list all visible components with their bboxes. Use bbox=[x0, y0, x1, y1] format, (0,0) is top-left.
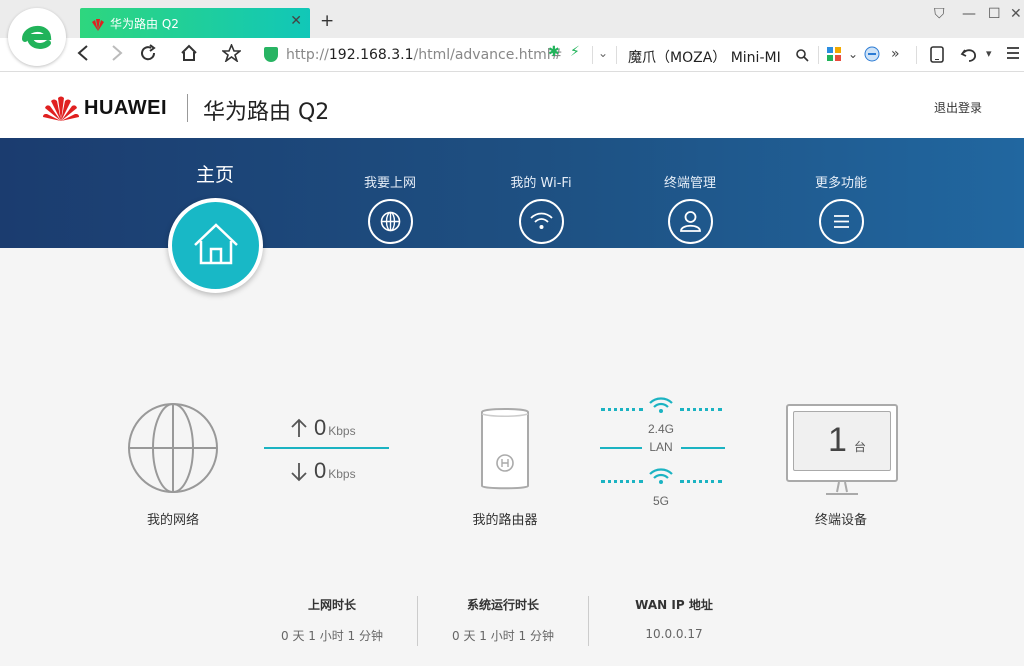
stat-value: 0 天 1 小时 1 分钟 bbox=[281, 629, 383, 643]
product-title: 华为路由 Q2 bbox=[203, 100, 330, 125]
wan-ip-stat: WAN IP 地址 10.0.0.17 bbox=[589, 596, 759, 641]
stat-value: 0 天 1 小时 1 分钟 bbox=[452, 629, 554, 643]
band-24g-label: 2.4G bbox=[647, 422, 674, 436]
minimize-icon[interactable]: — bbox=[962, 6, 976, 22]
toolbar-divider bbox=[916, 46, 917, 64]
monitor-stand-icon bbox=[822, 481, 862, 500]
menu-list-icon bbox=[818, 199, 864, 244]
lan-line-right bbox=[681, 447, 725, 449]
nav-item-internet[interactable]: 我要上网 bbox=[330, 172, 450, 244]
online-duration-stat: 上网时长 0 天 1 小时 1 分钟 bbox=[247, 596, 417, 644]
nav-item-devices[interactable]: 终端管理 bbox=[630, 172, 750, 244]
apps-icon[interactable] bbox=[826, 46, 842, 67]
browser-toolbar: http://192.168.3.1/html/advance.html# ✱ … bbox=[0, 38, 1024, 72]
device-unit: 台 bbox=[854, 440, 867, 454]
home-nav-button[interactable] bbox=[168, 198, 263, 293]
band-5g-label: 5G bbox=[652, 494, 669, 508]
network-label: 我的网络 bbox=[146, 513, 199, 528]
device-count: 1 bbox=[828, 421, 847, 459]
stat-title: WAN IP 地址 bbox=[635, 598, 713, 612]
nav-label: 更多功能 bbox=[814, 176, 867, 191]
close-tab-icon[interactable]: ✕ bbox=[290, 13, 302, 29]
monitor-icon: 1 台 bbox=[786, 404, 898, 482]
adblock-icon[interactable] bbox=[864, 46, 880, 67]
chevron-down-icon[interactable]: ▾ bbox=[986, 47, 992, 60]
globe-network-icon bbox=[127, 402, 219, 498]
shield-icon bbox=[264, 47, 278, 62]
new-tab-icon[interactable]: + bbox=[320, 11, 334, 31]
search-icon[interactable] bbox=[796, 47, 809, 67]
router-header: HUAWEI 华为路由 Q2 退出登录 bbox=[0, 72, 1024, 138]
star-icon[interactable] bbox=[220, 42, 243, 67]
reload-icon[interactable] bbox=[139, 44, 157, 67]
upload-speed: 0 Kbps bbox=[314, 415, 356, 440]
more-extensions-icon[interactable]: » bbox=[891, 46, 900, 62]
router-label: 我的路由器 bbox=[472, 513, 538, 528]
lightning-icon[interactable]: ⚡ bbox=[570, 44, 580, 60]
router-device-icon bbox=[478, 406, 532, 494]
toolbar-divider bbox=[592, 46, 593, 64]
stat-title: 上网时长 bbox=[307, 598, 356, 612]
skin-icon[interactable]: ⛉ bbox=[934, 6, 945, 22]
search-text: 魔爪（MOZA） Mini-MI bbox=[628, 50, 781, 66]
chevron-down-icon[interactable]: ⌄ bbox=[848, 47, 858, 61]
browser-tab[interactable]: 华为路由 Q2 ✕ bbox=[80, 8, 310, 38]
nav-band: 主页 我要上网 我的 Wi-Fi 终端管理 更多功能 bbox=[0, 138, 1024, 248]
speed-divider bbox=[264, 447, 389, 449]
logout-link[interactable]: 退出登录 bbox=[934, 99, 982, 116]
nav-item-more[interactable]: 更多功能 bbox=[781, 172, 901, 244]
tab-title: 华为路由 Q2 bbox=[110, 17, 179, 31]
search-input[interactable]: 魔爪（MOZA） Mini-MI bbox=[628, 43, 818, 67]
globe-icon bbox=[367, 199, 413, 244]
close-window-icon[interactable]: ✕ bbox=[1010, 6, 1022, 22]
maximize-icon[interactable]: ☐ bbox=[988, 6, 1001, 22]
url-text[interactable]: http://192.168.3.1/html/advance.html# bbox=[286, 47, 562, 63]
devices-label: 终端设备 bbox=[814, 513, 867, 528]
monitor-screen: 1 台 bbox=[793, 411, 891, 471]
wifi-5g-icon bbox=[648, 467, 674, 489]
chevron-down-icon[interactable]: ⌄ bbox=[598, 46, 608, 60]
extension-icon[interactable]: ✱ bbox=[548, 44, 560, 60]
nav-label: 我的 Wi-Fi bbox=[510, 176, 572, 191]
stat-title: 系统运行时长 bbox=[466, 598, 539, 612]
house-icon bbox=[191, 221, 241, 271]
toolbar-divider bbox=[616, 46, 617, 64]
wifi-24g-dots-right bbox=[680, 408, 722, 411]
forward-icon[interactable] bbox=[110, 44, 124, 67]
wifi-24g-dots-left bbox=[601, 408, 643, 411]
download-speed: 0 Kbps bbox=[314, 458, 356, 483]
tablet-icon[interactable] bbox=[930, 46, 944, 68]
nav-label: 终端管理 bbox=[663, 176, 716, 191]
stat-value: 10.0.0.17 bbox=[645, 627, 703, 641]
upload-arrow-icon bbox=[290, 418, 308, 442]
header-divider bbox=[187, 94, 188, 122]
undo-icon[interactable] bbox=[960, 45, 978, 68]
wifi-5g-dots-right bbox=[680, 480, 722, 483]
huawei-favicon-icon bbox=[90, 16, 106, 35]
user-icon bbox=[667, 199, 713, 244]
menu-icon[interactable] bbox=[1006, 45, 1020, 66]
nav-label: 我要上网 bbox=[363, 176, 416, 191]
brand-name: HUAWEI bbox=[84, 97, 167, 119]
nav-home-label[interactable]: 主页 bbox=[155, 160, 275, 187]
wifi-icon bbox=[518, 199, 564, 244]
home-icon[interactable] bbox=[180, 44, 198, 67]
nav-item-wifi[interactable]: 我的 Wi-Fi bbox=[481, 172, 601, 244]
wifi-24g-icon bbox=[648, 396, 674, 418]
browser-logo-icon[interactable] bbox=[8, 8, 66, 66]
wifi-5g-dots-left bbox=[601, 480, 643, 483]
download-arrow-icon bbox=[290, 462, 308, 486]
huawei-logo-icon bbox=[42, 96, 80, 126]
uptime-stat: 系统运行时长 0 天 1 小时 1 分钟 bbox=[418, 596, 588, 644]
back-icon[interactable] bbox=[76, 44, 90, 67]
toolbar-divider bbox=[818, 46, 819, 64]
